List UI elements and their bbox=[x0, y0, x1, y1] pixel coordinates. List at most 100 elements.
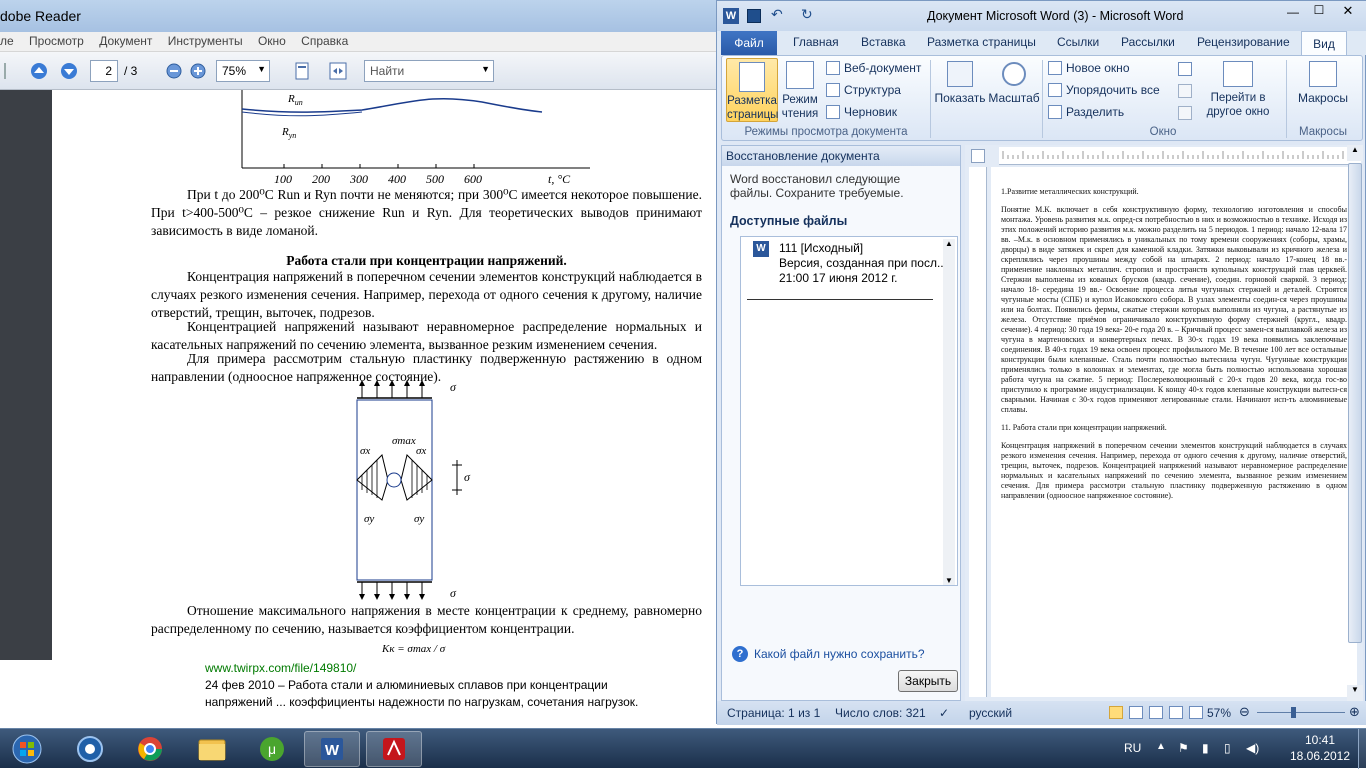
search-result-snippet: www.twirpx.com/file/149810/ 24 фев 2010 … bbox=[195, 660, 720, 730]
recovery-file-item[interactable]: W 111 [Исходный] Версия, созданная при п… bbox=[741, 237, 949, 299]
zoom-slider-thumb[interactable] bbox=[1291, 707, 1296, 718]
undo-icon[interactable]: ↶ bbox=[771, 6, 783, 23]
menu-view[interactable]: Просмотр bbox=[23, 32, 90, 48]
status-language[interactable]: русский bbox=[969, 706, 1012, 720]
volume-icon[interactable]: ◀) bbox=[1246, 741, 1259, 755]
arrange-all-button[interactable]: Упорядочить все bbox=[1048, 83, 1160, 97]
taskbar-utorrent-icon[interactable]: μ bbox=[244, 731, 300, 767]
view-print-layout-icon[interactable] bbox=[1109, 706, 1123, 719]
zoom-in-icon[interactable] bbox=[188, 60, 208, 82]
outline-icon bbox=[826, 83, 840, 97]
network-icon[interactable]: ▮ bbox=[1202, 741, 1209, 755]
minimize-button[interactable]: — bbox=[1281, 5, 1305, 21]
status-words[interactable]: Число слов: 321 bbox=[835, 706, 926, 720]
tab-page-layout[interactable]: Разметка страницы bbox=[927, 35, 1036, 49]
language-indicator[interactable]: RU bbox=[1124, 741, 1141, 755]
tab-file[interactable]: Файл bbox=[721, 31, 777, 55]
view-reading-icon[interactable] bbox=[1129, 706, 1143, 719]
horizontal-ruler[interactable] bbox=[999, 147, 1361, 165]
outline-button[interactable]: Структура bbox=[826, 83, 901, 97]
divider bbox=[747, 299, 933, 300]
reset-position-icon[interactable] bbox=[1178, 106, 1192, 120]
zoom-select[interactable]: 75% ▼ bbox=[216, 60, 270, 82]
tab-home[interactable]: Главная bbox=[793, 35, 839, 49]
tab-insert[interactable]: Вставка bbox=[861, 35, 906, 49]
taskbar-adobe-reader-icon[interactable] bbox=[366, 731, 422, 767]
search-result-url[interactable]: www.twirpx.com/file/149810/ bbox=[195, 660, 720, 677]
switch-window-button[interactable]: Перейти в другое окно bbox=[1198, 58, 1278, 122]
web-layout-button[interactable]: Веб-документ bbox=[826, 61, 921, 75]
recovery-message: Word восстановил следующие файлы. Сохран… bbox=[730, 172, 904, 200]
taskbar-chrome-icon[interactable] bbox=[122, 731, 178, 767]
zoom-button[interactable]: Масштаб bbox=[988, 58, 1040, 122]
view-outline-icon[interactable] bbox=[1169, 706, 1183, 719]
fit-width-icon[interactable] bbox=[326, 60, 350, 82]
zoom-out-icon[interactable]: ⊖ bbox=[1239, 704, 1250, 720]
word-app-icon[interactable]: W bbox=[723, 8, 739, 24]
find-placeholder: Найти bbox=[370, 64, 405, 78]
menu-document[interactable]: Документ bbox=[93, 32, 158, 48]
find-input[interactable]: Найти ▼ bbox=[364, 60, 494, 82]
ribbon-tabs: Файл Главная Вставка Разметка страницы С… bbox=[717, 31, 1366, 57]
prev-page-icon[interactable] bbox=[28, 60, 50, 82]
show-desktop-button[interactable] bbox=[1358, 729, 1366, 769]
menu-window[interactable]: Окно bbox=[252, 32, 292, 48]
status-page[interactable]: Страница: 1 из 1 bbox=[727, 706, 820, 720]
page-number-input[interactable]: 2 bbox=[90, 60, 118, 82]
close-recovery-button[interactable]: Закрыть bbox=[898, 670, 958, 692]
split-button[interactable]: Разделить bbox=[1048, 105, 1124, 119]
tab-review[interactable]: Рецензирование bbox=[1197, 35, 1290, 49]
label-sigma-bottom: σ bbox=[450, 586, 456, 600]
fit-page-icon[interactable] bbox=[290, 60, 314, 82]
ruler-ticks bbox=[1002, 151, 1359, 159]
word-file-icon: W bbox=[753, 241, 769, 257]
maximize-button[interactable]: ☐ bbox=[1307, 3, 1331, 21]
tray-expand-icon[interactable]: ▲ bbox=[1156, 741, 1166, 752]
label-sigma-x-right: σx bbox=[416, 445, 427, 457]
clock-date[interactable]: 18.06.2012 bbox=[1284, 749, 1356, 763]
start-button[interactable] bbox=[2, 731, 52, 767]
recovery-header: Восстановление документа bbox=[722, 146, 960, 166]
draft-button[interactable]: Черновик bbox=[826, 105, 897, 119]
sync-scroll-icon[interactable] bbox=[1178, 84, 1192, 98]
ruler-toggle-icon[interactable] bbox=[971, 149, 985, 163]
view-web-icon[interactable] bbox=[1149, 706, 1163, 719]
save-icon[interactable] bbox=[747, 9, 761, 23]
document-page[interactable]: 1.Развитие металлических конструкций. По… bbox=[991, 167, 1357, 697]
next-page-icon[interactable] bbox=[58, 60, 80, 82]
taskbar-explorer-icon[interactable] bbox=[184, 731, 240, 767]
new-window-button[interactable]: Новое окно bbox=[1048, 61, 1130, 75]
page-layout-button[interactable]: Разметка страницы bbox=[726, 58, 778, 122]
plate-stress-figure bbox=[356, 380, 462, 600]
close-window-button[interactable]: ✕ bbox=[1333, 3, 1363, 21]
adobe-reader-window: dobe Reader ле Просмотр Документ Инструм… bbox=[0, 0, 720, 730]
group-separator bbox=[1042, 60, 1043, 138]
reading-mode-button[interactable]: Режим чтения bbox=[780, 58, 820, 122]
macros-button[interactable]: Макросы bbox=[1290, 58, 1356, 122]
menu-help[interactable]: Справка bbox=[295, 32, 354, 48]
zoom-out-icon[interactable] bbox=[164, 60, 184, 82]
paragraph-definition: Концентрацией напряжений называют неравн… bbox=[151, 319, 702, 352]
status-zoom[interactable]: 57% bbox=[1207, 706, 1231, 720]
chevron-down-icon: ▼ bbox=[481, 64, 490, 74]
clock-time[interactable]: 10:41 bbox=[1290, 733, 1350, 747]
spellcheck-icon[interactable]: ✓ bbox=[939, 706, 949, 720]
battery-icon[interactable]: ▯ bbox=[1224, 741, 1231, 755]
tab-mailings[interactable]: Рассылки bbox=[1121, 35, 1175, 49]
list-scrollbar[interactable]: ▲ ▼ bbox=[943, 239, 955, 585]
flag-icon[interactable]: ⚑ bbox=[1178, 741, 1189, 755]
view-draft-icon[interactable] bbox=[1189, 706, 1203, 719]
menu-tools[interactable]: Инструменты bbox=[162, 32, 249, 48]
tab-references[interactable]: Ссылки bbox=[1057, 35, 1099, 49]
tab-view[interactable]: Вид bbox=[1301, 31, 1347, 57]
show-button[interactable]: Показать bbox=[932, 58, 988, 122]
zoom-slider[interactable] bbox=[1257, 712, 1345, 713]
zoom-in-icon[interactable]: ⊕ bbox=[1349, 704, 1360, 720]
help-link[interactable]: Какой файл нужно сохранить? bbox=[754, 647, 925, 661]
redo-icon[interactable]: ↻ bbox=[801, 6, 813, 23]
taskbar-media-icon[interactable] bbox=[62, 731, 118, 767]
view-side-by-side-icon[interactable] bbox=[1178, 62, 1192, 76]
taskbar-word-icon[interactable]: W bbox=[304, 731, 360, 767]
menu-file[interactable]: ле bbox=[0, 32, 20, 48]
document-scrollbar[interactable]: ▲ ▼ bbox=[1347, 145, 1363, 701]
